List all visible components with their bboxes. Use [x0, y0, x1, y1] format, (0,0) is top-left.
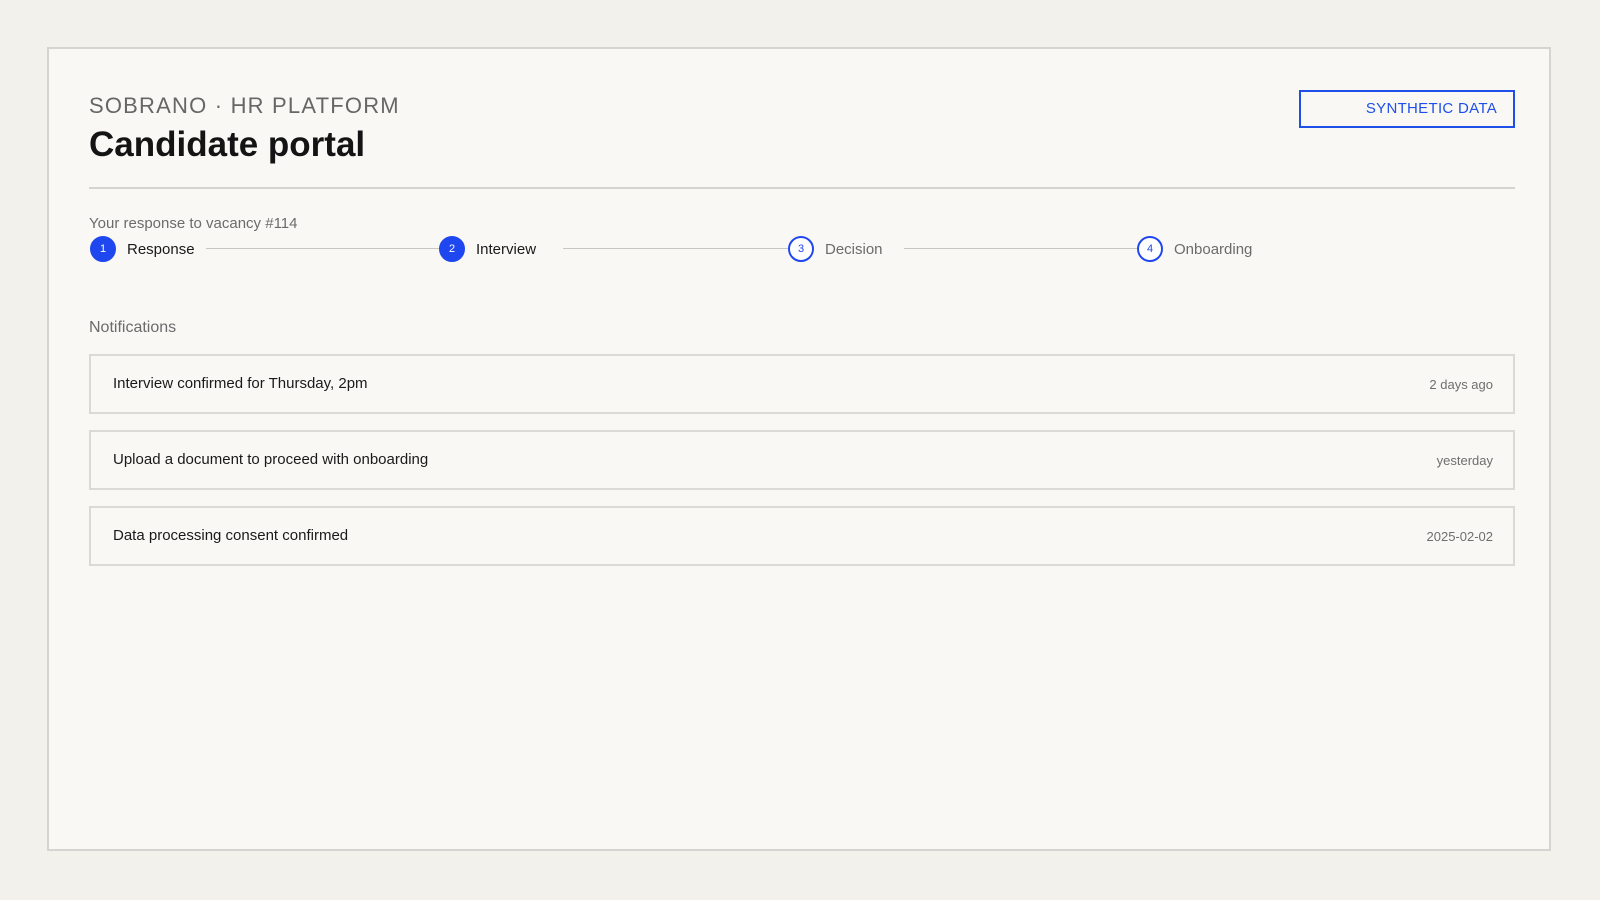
- step-label: Response: [127, 240, 195, 258]
- notification-message: Data processing consent confirmed: [113, 527, 349, 544]
- notification-item[interactable]: Interview confirmed for Thursday, 2pm 2 …: [89, 354, 1515, 414]
- step-connector: [563, 248, 789, 249]
- step-number-circle: 2: [439, 236, 465, 262]
- step-onboarding: 4 Onboarding: [1137, 236, 1252, 262]
- notification-time: 2025-02-02: [1426, 529, 1494, 544]
- step-number-circle: 1: [90, 236, 116, 262]
- page-title: Candidate portal: [89, 125, 366, 164]
- step-label: Decision: [825, 240, 883, 258]
- step-decision: 3 Decision: [788, 236, 883, 262]
- notification-item[interactable]: Upload a document to proceed with onboar…: [89, 430, 1515, 490]
- step-label: Interview: [476, 240, 537, 258]
- step-connector: [904, 248, 1138, 249]
- notification-time: 2 days ago: [1429, 377, 1493, 392]
- portal-card: SOBRANO · HR PLATFORM Candidate portal S…: [47, 47, 1551, 851]
- step-connector: [206, 248, 440, 249]
- step-interview: 2 Interview: [439, 236, 536, 262]
- step-number-circle: 3: [788, 236, 814, 262]
- step-number-circle: 4: [1137, 236, 1163, 262]
- step-label: Onboarding: [1174, 240, 1253, 258]
- synthetic-data-badge: SYNTHETIC DATA: [1299, 90, 1515, 128]
- brand-name: SOBRANO · HR PLATFORM: [89, 93, 400, 118]
- header-divider: [89, 187, 1515, 189]
- notification-message: Interview confirmed for Thursday, 2pm: [113, 375, 368, 392]
- notification-message: Upload a document to proceed with onboar…: [113, 451, 429, 468]
- notifications-heading: Notifications: [89, 319, 177, 336]
- vacancy-caption: Your response to vacancy #114: [89, 215, 298, 232]
- notification-time: yesterday: [1436, 453, 1493, 468]
- notification-item[interactable]: Data processing consent confirmed 2025-0…: [89, 506, 1515, 566]
- step-response: 1 Response: [90, 236, 195, 262]
